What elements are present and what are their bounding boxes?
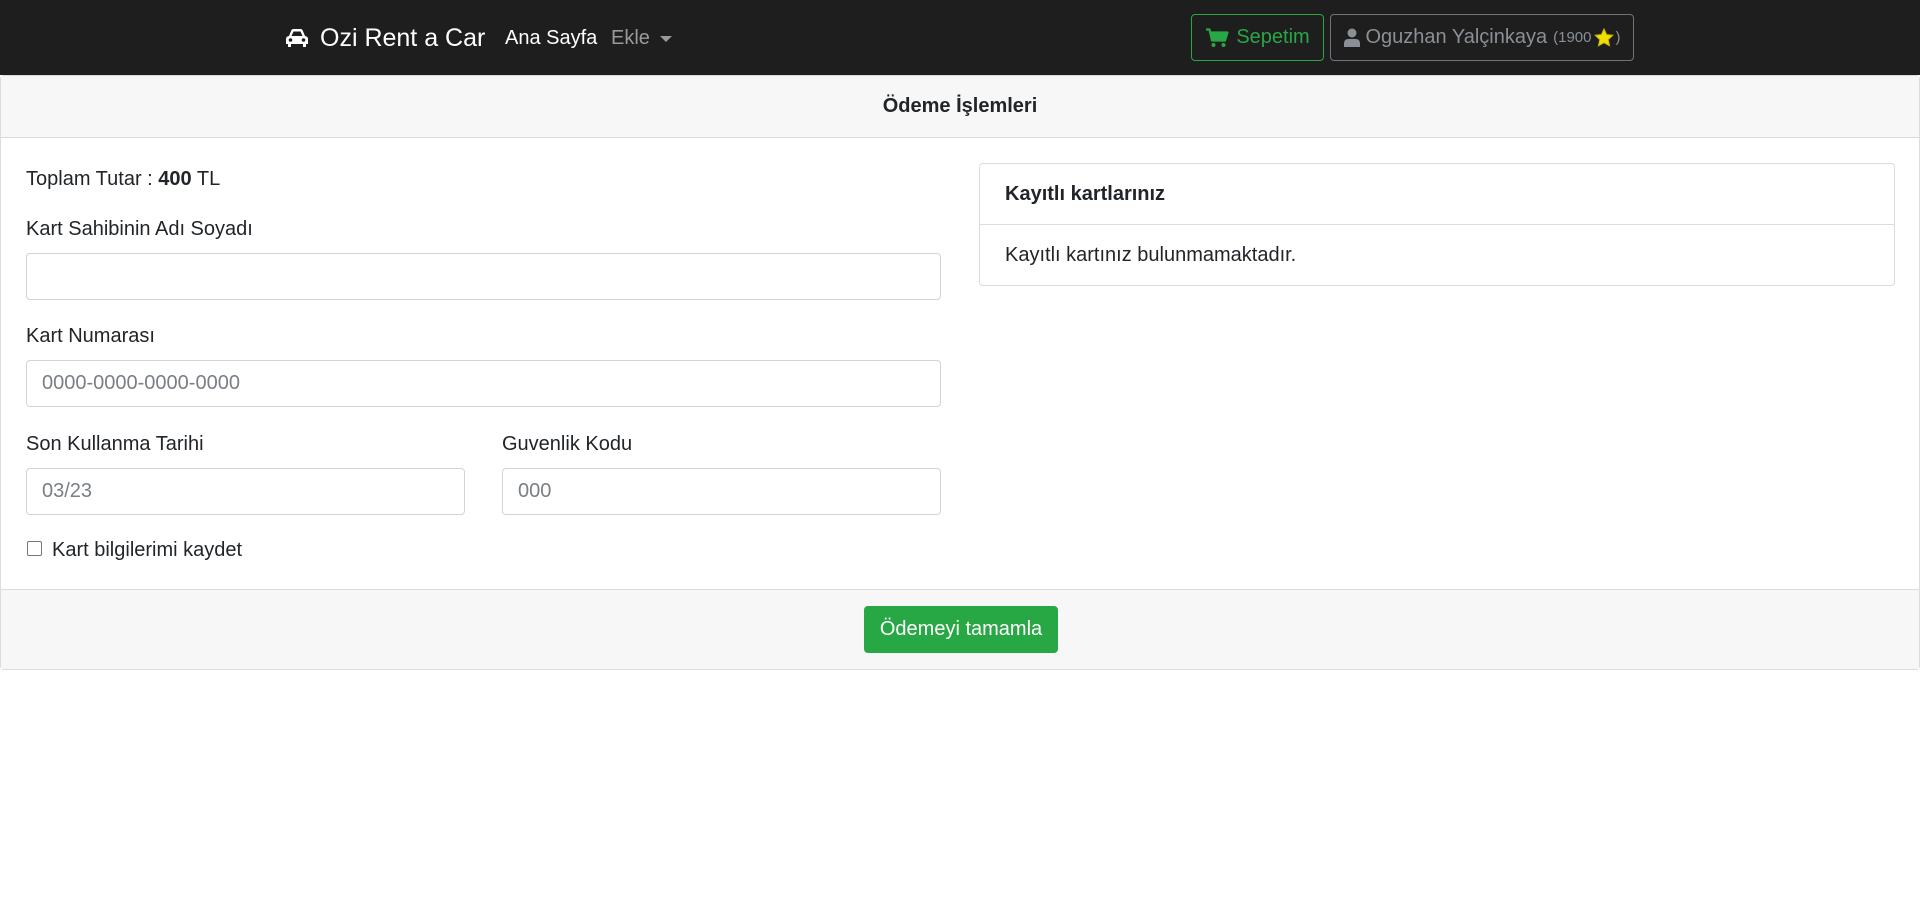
cart-label: Sepetim bbox=[1236, 26, 1310, 48]
page-title: Ödeme İşlemleri bbox=[1, 76, 1919, 138]
car-icon bbox=[286, 29, 308, 47]
save-card-checkbox[interactable] bbox=[27, 541, 42, 556]
navbar: Ozi Rent a Car Ana Sayfa Ekle Sepetim Og… bbox=[0, 0, 1920, 75]
card-number-label: Kart Numarası bbox=[26, 325, 155, 347]
user-icon bbox=[1343, 28, 1360, 47]
cart-button[interactable]: Sepetim bbox=[1191, 14, 1324, 61]
cardholder-name-label: Kart Sahibinin Adı Soyadı bbox=[26, 218, 253, 240]
user-points: (1900 ) bbox=[1553, 28, 1620, 47]
saved-cards-title: Kayıtlı kartlarınız bbox=[980, 164, 1894, 225]
saved-cards-empty-text: Kayıtlı kartınız bulunmamaktadır. bbox=[1005, 244, 1297, 266]
nav-add-dropdown[interactable]: Ekle bbox=[611, 27, 672, 50]
save-card-label[interactable]: Kart bilgilerimi kaydet bbox=[52, 539, 242, 562]
user-menu-button[interactable]: Oguzhan Yalçinkaya (1900 ) bbox=[1330, 14, 1634, 61]
total-value: 400 bbox=[158, 168, 192, 190]
chevron-down-icon bbox=[659, 35, 672, 42]
security-code-field[interactable] bbox=[502, 468, 941, 515]
total-label: Toplam Tutar : bbox=[26, 168, 153, 190]
nav-add-label: Ekle bbox=[611, 27, 650, 49]
complete-payment-button[interactable]: Ödemeyi tamamla bbox=[864, 606, 1058, 653]
expiry-date-label: Son Kullanma Tarihi bbox=[26, 433, 204, 455]
brand-label: Ozi Rent a Car bbox=[320, 23, 486, 52]
expiry-date-field[interactable] bbox=[26, 468, 465, 515]
card-number-field[interactable] bbox=[26, 360, 941, 407]
cardholder-name-field[interactable] bbox=[26, 253, 941, 300]
saved-cards-panel: Kayıtlı kartlarınız Kayıtlı kartınız bul… bbox=[979, 163, 1895, 286]
user-name: Oguzhan Yalçinkaya bbox=[1365, 26, 1548, 48]
nav-home-link[interactable]: Ana Sayfa bbox=[505, 27, 597, 50]
card-footer: Ödemeyi tamamla bbox=[1, 589, 1919, 669]
points-close: ) bbox=[1615, 29, 1621, 46]
total-amount: Toplam Tutar : 400 TL bbox=[26, 168, 220, 191]
shopping-cart-icon bbox=[1206, 27, 1229, 47]
points-value: (1900 bbox=[1553, 29, 1592, 46]
brand-link[interactable]: Ozi Rent a Car bbox=[284, 20, 485, 56]
total-currency: TL bbox=[196, 168, 221, 190]
star-icon bbox=[1594, 28, 1615, 47]
security-code-label: Guvenlik Kodu bbox=[502, 433, 633, 455]
